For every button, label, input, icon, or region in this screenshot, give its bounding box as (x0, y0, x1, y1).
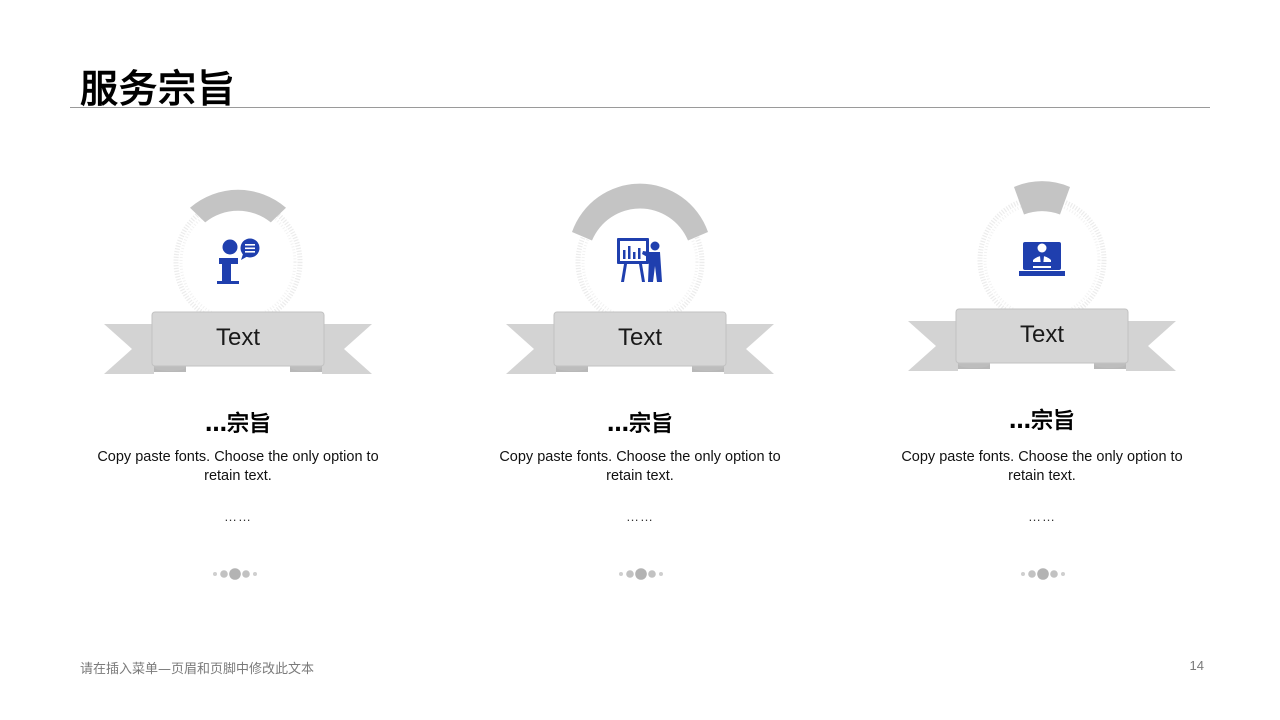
progress-arc (572, 183, 708, 241)
service-column-1: Text …宗旨 Copy paste fonts. Choose the on… (88, 178, 388, 588)
progress-arc (190, 189, 286, 223)
column-ellipsis: …… (1028, 509, 1056, 524)
dots-decoration (1021, 568, 1065, 580)
service-column-3: Text …宗旨 Copy paste fonts. Choose the on… (892, 178, 1192, 588)
column-heading: …宗旨 (1008, 409, 1075, 434)
slide-title: 服务宗旨 (80, 67, 237, 111)
column-ellipsis: …… (626, 509, 654, 524)
dots-decoration (619, 568, 663, 580)
dots-decoration (213, 568, 257, 580)
column-heading: …宗旨 (204, 412, 271, 437)
footer-text: 请在插入菜单—页眉和页脚中修改此文本 (80, 662, 315, 677)
column-ellipsis: …… (224, 509, 252, 524)
column-description: Copy paste fonts. Choose the only option… (97, 449, 379, 484)
page-number: 14 (1189, 658, 1204, 673)
ribbon-label: Text (617, 324, 662, 351)
emblem-3 (908, 181, 1176, 371)
service-column-2: Text …宗旨 Copy paste fonts. Choose the on… (490, 178, 790, 588)
column-heading: …宗旨 (606, 412, 673, 437)
progress-arc (1014, 181, 1070, 215)
emblem-1 (104, 189, 372, 374)
ribbon-label: Text (1019, 321, 1064, 348)
presentation-board-icon (617, 238, 662, 282)
column-description: Copy paste fonts. Choose the only option… (901, 449, 1183, 484)
reception-desk-icon (1019, 242, 1065, 276)
speaker-podium-icon (217, 238, 260, 284)
ribbon-label: Text (215, 324, 260, 351)
column-description: Copy paste fonts. Choose the only option… (499, 449, 781, 484)
title-divider (70, 107, 1210, 108)
emblem-2 (506, 183, 774, 374)
